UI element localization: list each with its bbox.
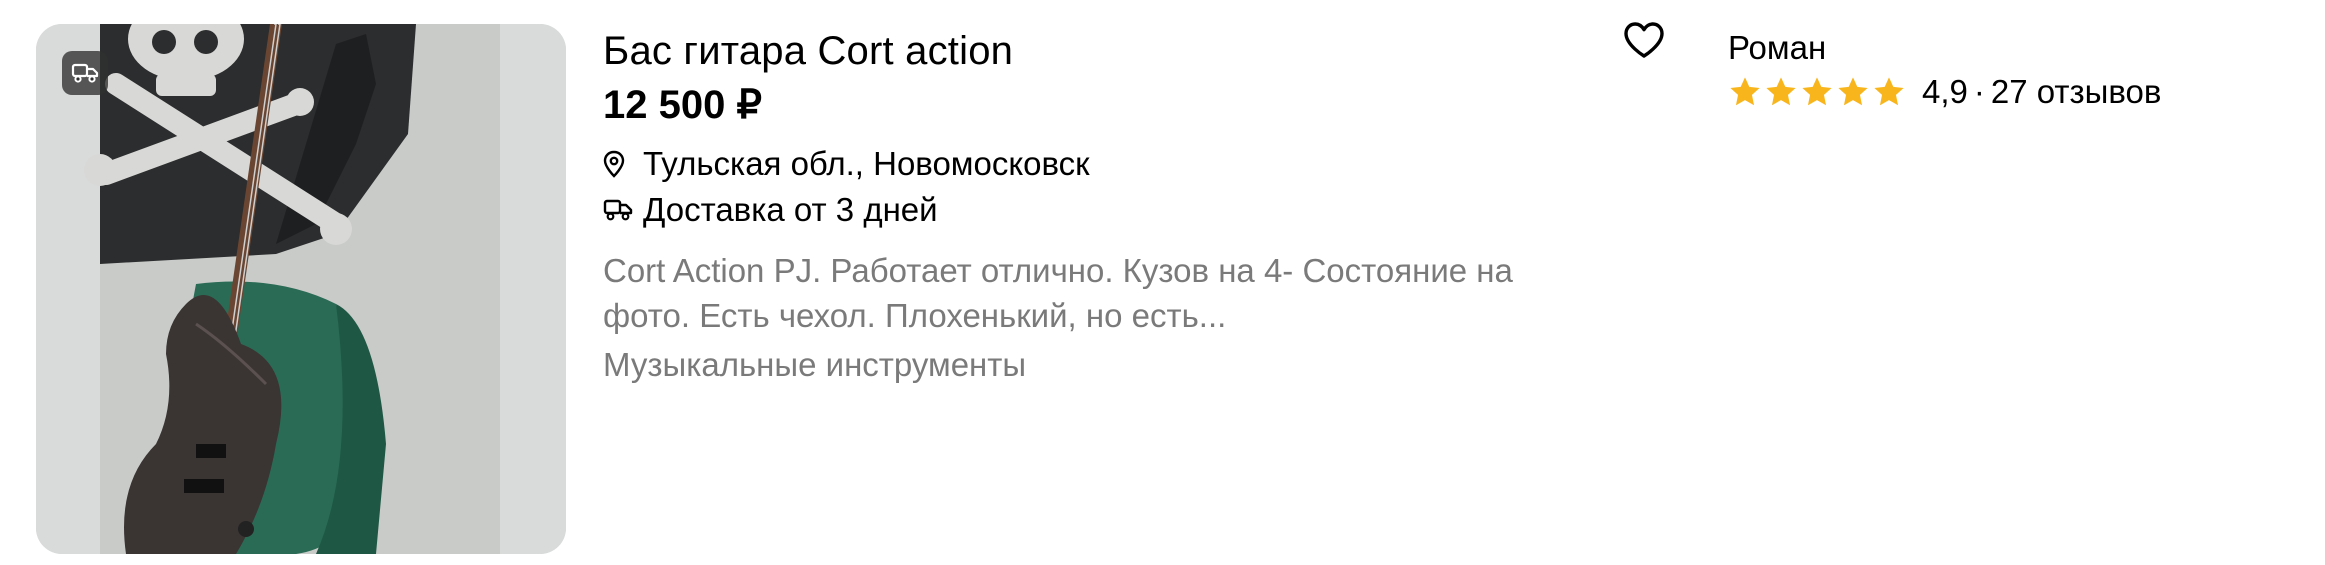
rating-separator: · (1973, 73, 1985, 110)
delivery-truck-icon (71, 63, 99, 83)
star-icon (1766, 77, 1796, 106)
delivery-text: Доставка от 3 дней (643, 191, 938, 228)
listing-category: Музыкальные инструменты (603, 346, 1027, 383)
rating-value: 4,9 (1922, 73, 1968, 110)
listing-description: Cort Action PJ. Работает отлично. Кузов … (603, 252, 1513, 334)
listing-title[interactable]: Бас гитара Cort action (603, 24, 1013, 78)
location-text: Тульская обл., Новомосковск (643, 145, 1090, 182)
heart-outline-icon (1624, 22, 1664, 58)
star-icon (1838, 77, 1868, 106)
seller-rating[interactable]: 4,9 · 27 отзывов (1728, 70, 2161, 114)
bass-guitar-photo (36, 24, 566, 554)
listing-location: Тульская обл., Новомосковск (603, 141, 1090, 187)
seller-name[interactable]: Роман (1728, 26, 1826, 70)
star-icon (1802, 77, 1832, 106)
rating-stars (1728, 76, 1908, 108)
location-pin-icon (603, 150, 637, 178)
listing-price: 12 500 ₽ (603, 83, 762, 127)
reviews-count[interactable]: 27 отзывов (1991, 73, 2162, 111)
star-icon (1874, 77, 1904, 106)
star-icon (1730, 77, 1760, 106)
listing-delivery: Доставка от 3 дней (603, 187, 938, 233)
photo-delivery-badge (62, 51, 108, 95)
favorite-button[interactable] (1622, 20, 1666, 60)
listing-photo[interactable] (36, 24, 566, 554)
delivery-truck-icon (603, 198, 637, 222)
